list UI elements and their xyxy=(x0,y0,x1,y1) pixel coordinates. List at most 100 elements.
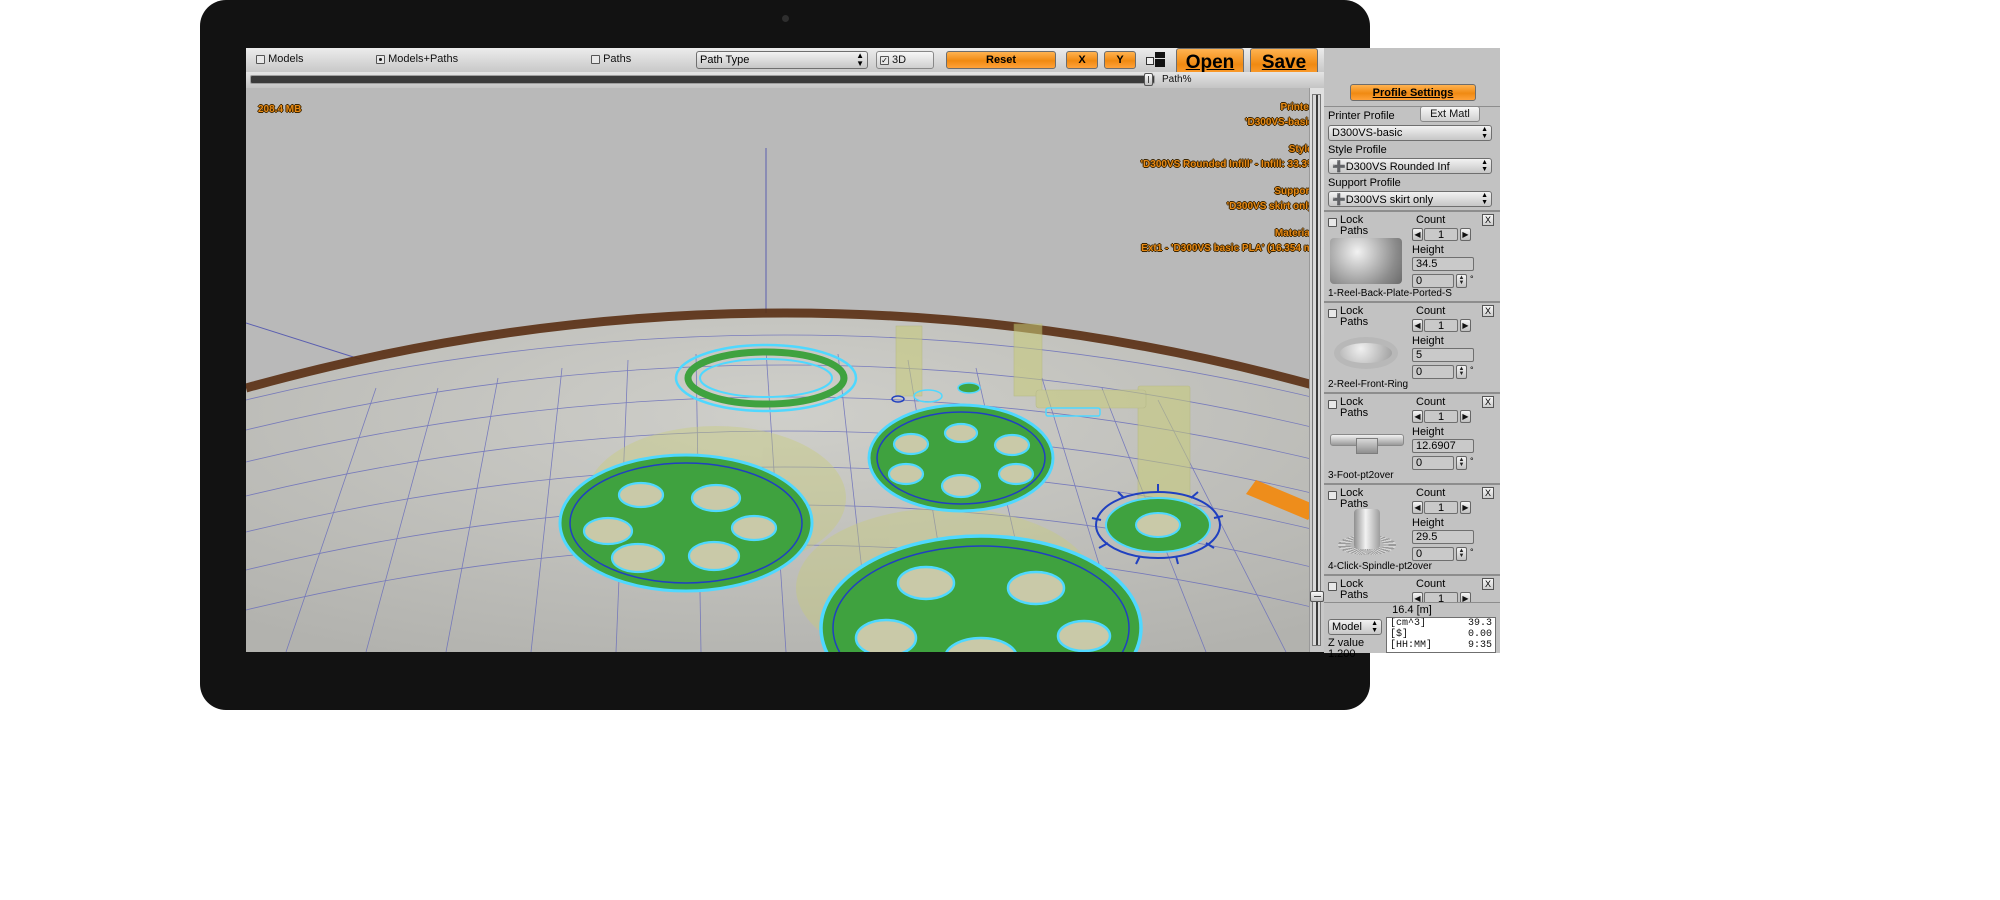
support-profile-label: Support Profile xyxy=(1328,177,1401,189)
model-select-value: Model xyxy=(1332,621,1362,633)
style-value: 'D300VS Rounded Infill' - Infill: 33.3% xyxy=(1140,159,1316,170)
printer-value: 'D300VS-basic' xyxy=(1245,117,1316,128)
radio-models[interactable]: Models xyxy=(256,53,304,65)
lock-paths-checkbox[interactable] xyxy=(1328,309,1337,318)
support-value: 'D300VS skirt only' xyxy=(1226,201,1316,212)
count-increment-button[interactable]: ▶ xyxy=(1460,319,1471,332)
rotation-spinner[interactable]: ▲ ▼ xyxy=(1456,274,1467,288)
remove-model-button[interactable]: X xyxy=(1482,214,1494,226)
model-name: 2-Reel-Front-Ring xyxy=(1328,379,1409,390)
panel-footer: 16.4 [m] Model ▲ ▼ Z value 1.200 [cm^3] 3… xyxy=(1324,602,1500,660)
rotation-spinner[interactable]: ▲ ▼ xyxy=(1456,365,1467,379)
count-field[interactable]: 1 xyxy=(1424,501,1458,514)
save-label: Save xyxy=(1261,52,1307,73)
model-card[interactable]: Lock Paths Count X ◀ 1 ▶ xyxy=(1324,574,1500,602)
profile-settings-label: Profile Settings xyxy=(1372,86,1454,99)
path-type-value: Path Type xyxy=(700,54,750,66)
model-card[interactable]: Lock Paths Count X ◀ 1 ▶ Height 12.6907 … xyxy=(1324,392,1500,483)
rotation-field[interactable]: 0 xyxy=(1412,365,1454,379)
printer-profile-label: Printer Profile xyxy=(1328,110,1395,122)
height-label: Height xyxy=(1412,426,1444,438)
height-label: Height xyxy=(1412,517,1444,529)
plus-icon: ➕ xyxy=(1332,160,1346,173)
layout-toggle-icon[interactable] xyxy=(1146,52,1166,68)
threed-toggle[interactable]: ✓ 3D xyxy=(876,51,934,69)
path-slider-row: Path% xyxy=(246,72,1324,88)
remove-model-button[interactable]: X xyxy=(1482,396,1494,408)
model-name: 4-Click-Spindle-pt2over xyxy=(1328,561,1432,572)
filament-length-label: 16.4 [m] xyxy=(1392,604,1432,616)
path-type-select[interactable]: Path Type ▲ ▼ xyxy=(696,51,868,69)
open-label: Open xyxy=(1185,52,1235,73)
model-select[interactable]: Model ▲ ▼ xyxy=(1328,619,1382,635)
path-slider-track[interactable] xyxy=(250,75,1155,84)
count-increment-button[interactable]: ▶ xyxy=(1460,228,1471,241)
reset-button[interactable]: Reset xyxy=(946,51,1056,69)
height-field[interactable]: 29.5 xyxy=(1412,530,1474,544)
ext-matl-button[interactable]: Ext Matl xyxy=(1420,106,1480,122)
count-increment-button[interactable]: ▶ xyxy=(1460,501,1471,514)
path-slider-thumb[interactable] xyxy=(1144,73,1153,86)
3d-viewport[interactable]: 208.4 MB Printer: 'D300VS-basic' Style: … xyxy=(246,88,1324,652)
radio-paths[interactable]: Paths xyxy=(591,53,631,65)
count-decrement-button[interactable]: ◀ xyxy=(1412,319,1423,332)
chevron-updown-icon: ▲ ▼ xyxy=(1481,126,1488,140)
threed-checkbox-icon[interactable]: ✓ xyxy=(880,55,889,65)
degree-symbol: ° xyxy=(1470,365,1474,375)
y-axis-button[interactable]: Y xyxy=(1104,51,1136,69)
count-field[interactable]: 1 xyxy=(1424,410,1458,423)
rotation-field[interactable]: 0 xyxy=(1412,456,1454,470)
printer-profile-select[interactable]: D300VS-basic ▲ ▼ xyxy=(1328,125,1492,141)
count-decrement-button[interactable]: ◀ xyxy=(1412,410,1423,423)
lock-paths-checkbox[interactable] xyxy=(1328,582,1337,591)
model-card[interactable]: Lock Paths Count X ◀ 1 ▶ Height 34.5 0 ▲… xyxy=(1324,210,1500,301)
3d-scene xyxy=(246,88,1324,652)
chevron-updown-icon: ▲ ▼ xyxy=(1371,620,1378,634)
count-decrement-button[interactable]: ◀ xyxy=(1412,501,1423,514)
x-axis-button[interactable]: X xyxy=(1066,51,1098,69)
paths-label: Paths xyxy=(1340,589,1369,601)
support-profile-value: D300VS skirt only xyxy=(1345,193,1434,206)
count-field[interactable]: 1 xyxy=(1424,319,1458,332)
height-field[interactable]: 5 xyxy=(1412,348,1474,362)
model-thumbnail xyxy=(1330,329,1402,375)
remove-model-button[interactable]: X xyxy=(1482,305,1494,317)
rotation-field[interactable]: 0 xyxy=(1412,547,1454,561)
lock-paths-checkbox[interactable] xyxy=(1328,400,1337,409)
paths-radio-icon[interactable] xyxy=(591,54,600,64)
height-label: Height xyxy=(1412,244,1444,256)
profile-settings-button[interactable]: Profile Settings xyxy=(1350,84,1476,101)
support-profile-select[interactable]: ➕D300VS skirt only ▲ ▼ xyxy=(1328,191,1492,207)
models-paths-radio-icon[interactable] xyxy=(376,54,385,64)
model-card[interactable]: Lock Paths Count X ◀ 1 ▶ Height 5 0 ▲ ▼ °… xyxy=(1324,301,1500,392)
z-slider-thumb[interactable] xyxy=(1310,591,1324,602)
z-slider-track[interactable] xyxy=(1312,94,1321,646)
count-field[interactable]: 1 xyxy=(1424,592,1458,602)
style-profile-label: Style Profile xyxy=(1328,144,1387,156)
count-increment-button[interactable]: ▶ xyxy=(1460,410,1471,423)
material-value: Ext1 - 'D300VS basic PLA' (16.354 m) xyxy=(1141,243,1316,254)
model-card[interactable]: Lock Paths Count X ◀ 1 ▶ Height 29.5 0 ▲… xyxy=(1324,483,1500,574)
tablet-device: Models Models+Paths Paths Path Type ▲ ▼ ✓… xyxy=(200,0,1500,710)
height-field[interactable]: 12.6907 xyxy=(1412,439,1474,453)
lock-paths-checkbox[interactable] xyxy=(1328,491,1337,500)
remove-model-button[interactable]: X xyxy=(1482,487,1494,499)
height-field[interactable]: 34.5 xyxy=(1412,257,1474,271)
count-decrement-button[interactable]: ◀ xyxy=(1412,228,1423,241)
models-radio-icon[interactable] xyxy=(256,54,265,64)
count-label: Count xyxy=(1416,305,1446,317)
style-profile-select[interactable]: ➕D300VS Rounded Inf ▲ ▼ xyxy=(1328,158,1492,174)
remove-model-button[interactable]: X xyxy=(1482,578,1494,590)
rotation-spinner[interactable]: ▲ ▼ xyxy=(1456,547,1467,561)
count-field[interactable]: 1 xyxy=(1424,228,1458,241)
rotation-field[interactable]: 0 xyxy=(1412,274,1454,288)
lock-paths-checkbox[interactable] xyxy=(1328,218,1337,227)
plus-icon: ➕ xyxy=(1332,193,1346,206)
count-label: Count xyxy=(1416,214,1446,226)
time-unit: [HH:MM] xyxy=(1390,640,1433,651)
radio-models-paths[interactable]: Models+Paths xyxy=(376,53,458,65)
memory-usage-label: 208.4 MB xyxy=(258,104,302,115)
count-increment-button[interactable]: ▶ xyxy=(1460,592,1471,602)
count-decrement-button[interactable]: ◀ xyxy=(1412,592,1423,602)
rotation-spinner[interactable]: ▲ ▼ xyxy=(1456,456,1467,470)
